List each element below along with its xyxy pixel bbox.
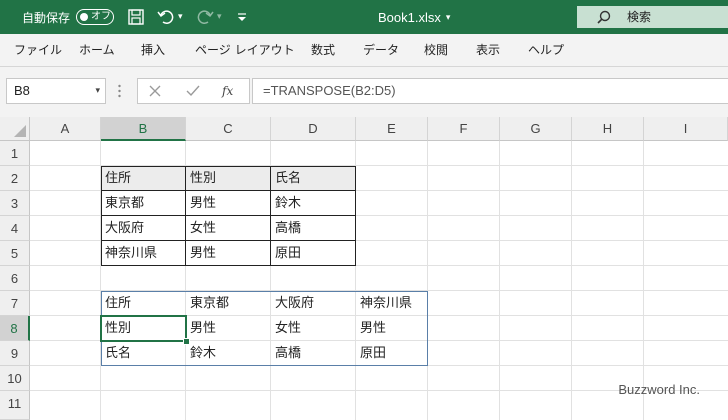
undo-dropdown-icon[interactable]: ▾ (178, 0, 183, 34)
row-header-9[interactable]: 9 (0, 341, 30, 366)
row-header-2[interactable]: 2 (0, 166, 30, 191)
table-cell[interactable]: 氏名 (101, 341, 186, 366)
table-cell[interactable]: 大阪府 (101, 216, 186, 241)
row-header-4[interactable]: 4 (0, 216, 30, 241)
filename-text: Book1.xlsx (378, 9, 441, 25)
gridline (427, 141, 428, 420)
table-cell[interactable]: 東京都 (186, 291, 271, 316)
row-header-11[interactable]: 11 (0, 391, 30, 420)
row-header-5[interactable]: 5 (0, 241, 30, 266)
column-header-b[interactable]: B (101, 117, 186, 141)
undo-icon[interactable] (157, 0, 175, 34)
table-cell[interactable]: 神奈川県 (356, 291, 428, 316)
gridline (499, 141, 500, 420)
insert-function-icon[interactable]: fx (222, 79, 233, 103)
row-header-1[interactable]: 1 (0, 141, 30, 166)
watermark: Buzzword Inc. (618, 382, 700, 397)
tab-home[interactable]: ホーム (79, 34, 115, 66)
autosave-state: オフ (91, 11, 111, 22)
table-cell[interactable]: 住所 (101, 166, 186, 191)
table-cell[interactable]: 東京都 (101, 191, 186, 216)
ribbon-tabs: ファイル ホーム 挿入 ページ レイアウト 数式 データ 校閲 表示 ヘルプ (0, 34, 728, 67)
column-header-a[interactable]: A (30, 117, 101, 141)
column-header-e[interactable]: E (356, 117, 428, 141)
tab-help[interactable]: ヘルプ (528, 34, 564, 66)
table-cell[interactable]: 高橋 (271, 216, 356, 241)
name-box-dropdown-icon[interactable]: ▾ (95, 79, 100, 103)
gridline (643, 141, 644, 420)
spreadsheet-grid: A B C D E F G H I 1 2 3 4 5 6 7 8 9 10 1… (0, 117, 728, 420)
table-cell[interactable]: 女性 (271, 316, 356, 341)
search-label: 検索 (627, 10, 652, 24)
row-header-8[interactable]: 8 (0, 316, 30, 341)
fill-handle[interactable] (183, 338, 190, 345)
name-box[interactable]: B8 ▾ (6, 78, 106, 104)
cancel-icon[interactable] (149, 85, 161, 97)
row-header-7[interactable]: 7 (0, 291, 30, 316)
column-header-i[interactable]: I (644, 117, 728, 141)
tab-view[interactable]: 表示 (476, 34, 500, 66)
column-header-d[interactable]: D (271, 117, 356, 141)
table-cell[interactable]: 男性 (356, 316, 428, 341)
search-icon (597, 10, 611, 24)
formula-input[interactable]: =TRANSPOSE(B2:D5) (252, 78, 728, 104)
column-header-h[interactable]: H (572, 117, 644, 141)
table-cell[interactable]: 原田 (356, 341, 428, 366)
tab-data[interactable]: データ (363, 34, 399, 66)
tab-file[interactable]: ファイル (14, 34, 62, 66)
column-header-f[interactable]: F (428, 117, 500, 141)
gridline (571, 141, 572, 420)
row-header-3[interactable]: 3 (0, 191, 30, 216)
table-cell[interactable]: 氏名 (271, 166, 356, 191)
table-cell[interactable]: 性別 (186, 166, 271, 191)
column-header-c[interactable]: C (186, 117, 271, 141)
toggle-knob (80, 13, 88, 21)
tab-formulas[interactable]: 数式 (311, 34, 335, 66)
row-header-10[interactable]: 10 (0, 366, 30, 391)
table-cell[interactable]: 住所 (101, 291, 186, 316)
table-cell[interactable]: 男性 (186, 191, 271, 216)
name-box-value: B8 (14, 83, 30, 98)
table-cell[interactable]: 大阪府 (271, 291, 356, 316)
autosave-toggle[interactable]: オフ (76, 0, 114, 34)
column-header-g[interactable]: G (500, 117, 572, 141)
redo-icon[interactable] (196, 0, 214, 34)
formula-text: =TRANSPOSE(B2:D5) (263, 83, 396, 98)
autosave-label: 自動保存 (22, 10, 71, 25)
title-bar: 自動保存 オフ ▾ ▾ Book1.xlsx ▾ 検索 (0, 0, 728, 34)
select-all-corner[interactable] (0, 117, 30, 141)
table-cell[interactable]: 原田 (271, 241, 356, 266)
active-cell-border[interactable] (100, 315, 187, 342)
tab-review[interactable]: 校閲 (424, 34, 448, 66)
table-cell[interactable]: 高橋 (271, 341, 356, 366)
enter-icon[interactable] (186, 85, 200, 97)
formula-bar-grip-icon[interactable] (118, 82, 121, 100)
tab-insert[interactable]: 挿入 (141, 34, 165, 66)
select-all-triangle-icon (14, 125, 26, 137)
table-cell[interactable]: 鈴木 (271, 191, 356, 216)
table-cell[interactable]: 男性 (186, 316, 271, 341)
filename[interactable]: Book1.xlsx ▾ (378, 0, 450, 34)
table-cell[interactable]: 女性 (186, 216, 271, 241)
search-box[interactable]: 検索 (577, 6, 728, 28)
table-cell[interactable]: 神奈川県 (101, 241, 186, 266)
tab-page-layout[interactable]: ページ レイアウト (195, 34, 295, 66)
save-icon[interactable] (127, 0, 145, 34)
redo-dropdown-icon[interactable]: ▾ (217, 0, 222, 34)
table-cell[interactable]: 鈴木 (186, 341, 271, 366)
formula-buttons: fx (137, 78, 250, 104)
row-header-6[interactable]: 6 (0, 266, 30, 291)
table-cell[interactable]: 男性 (186, 241, 271, 266)
formula-bar: B8 ▾ fx =TRANSPOSE(B2:D5) (0, 67, 728, 117)
filename-dropdown-icon: ▾ (445, 11, 451, 22)
customize-toolbar-icon[interactable] (236, 0, 248, 34)
